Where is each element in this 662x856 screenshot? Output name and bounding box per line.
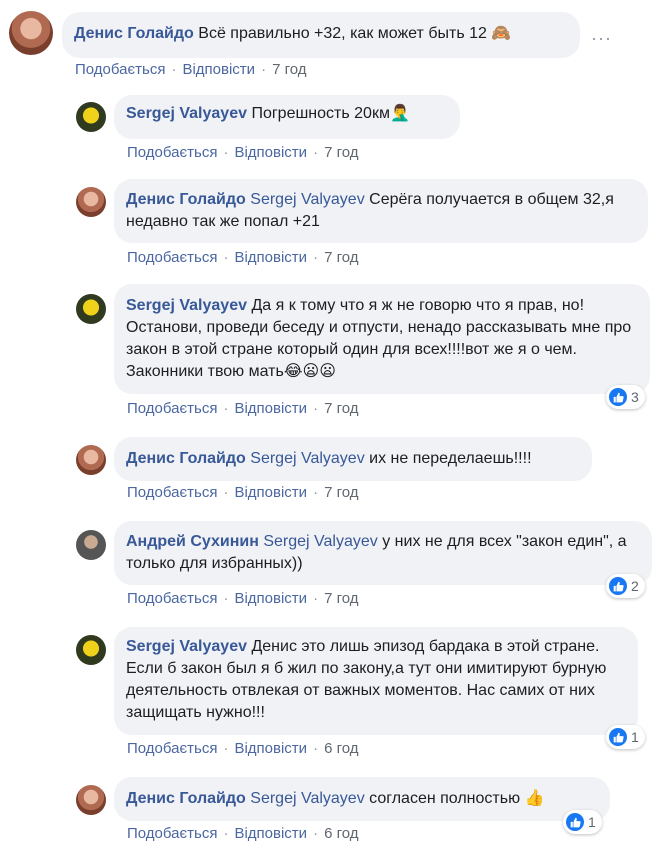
reaction-count[interactable]: 2	[606, 574, 645, 598]
reply-link[interactable]: Відповісти	[234, 144, 307, 161]
comment-actions: Подобається · Відповісти · 7 год	[127, 249, 359, 266]
comment-author[interactable]: Денис Голайдо	[126, 191, 246, 208]
avatar[interactable]	[76, 102, 106, 132]
like-link[interactable]: Подобається	[127, 740, 217, 757]
comment-actions: Подобається · Відповісти · 7 год	[75, 61, 307, 78]
like-link[interactable]: Подобається	[127, 590, 217, 607]
timestamp[interactable]: 6 год	[324, 825, 358, 842]
emoji: 👍	[524, 790, 545, 807]
comment-author[interactable]: Sergej Valyayev	[126, 638, 247, 655]
comment-bubble: Денис Голайдо Sergej Valyayev Серёга пол…	[114, 179, 648, 243]
comment-author[interactable]: Sergej Valyayev	[126, 105, 247, 122]
emoji: 🤦‍♂️	[389, 105, 410, 122]
like-link[interactable]: Подобається	[127, 484, 217, 501]
like-icon	[609, 388, 627, 406]
comment-bubble: Денис Голайдо Sergej Valyayev их не пере…	[114, 437, 592, 481]
timestamp[interactable]: 7 год	[324, 249, 358, 266]
reply-link[interactable]: Відповісти	[182, 61, 255, 78]
comment-actions: Подобається · Відповісти · 7 год	[127, 484, 359, 501]
timestamp[interactable]: 7 год	[324, 590, 358, 607]
avatar[interactable]	[9, 11, 53, 55]
more-options-icon[interactable]: ···	[591, 28, 612, 49]
mention-link[interactable]: Sergej Valyayev	[263, 533, 377, 550]
comment-author[interactable]: Денис Голайдо	[126, 790, 246, 807]
comment-actions: Подобається · Відповісти · 6 год	[127, 740, 359, 757]
mention-link[interactable]: Sergej Valyayev	[250, 191, 364, 208]
comment-author[interactable]: Денис Голайдо	[74, 25, 194, 42]
emoji: 🙈	[491, 25, 512, 42]
avatar[interactable]	[76, 785, 106, 815]
comment-actions: Подобається · Відповісти · 7 год	[127, 144, 359, 161]
reaction-number: 1	[631, 729, 639, 745]
reaction-count[interactable]: 1	[563, 810, 602, 834]
avatar[interactable]	[76, 530, 106, 560]
mention-link[interactable]: Sergej Valyayev	[250, 790, 364, 807]
reaction-count[interactable]: 3	[606, 385, 645, 409]
comment-text: Всё правильно +32, как может быть 12	[198, 25, 487, 42]
comment-author[interactable]: Sergej Valyayev	[126, 297, 247, 314]
avatar[interactable]	[76, 294, 106, 324]
like-icon	[609, 728, 627, 746]
timestamp[interactable]: 7 год	[272, 61, 306, 78]
like-link[interactable]: Подобається	[127, 825, 217, 842]
reply-link[interactable]: Відповісти	[234, 249, 307, 266]
comment-author[interactable]: Андрей Сухинин	[126, 533, 259, 550]
reaction-number: 3	[631, 389, 639, 405]
timestamp[interactable]: 7 год	[324, 484, 358, 501]
comment-text: их не переделаешь!!!!	[369, 450, 532, 467]
comment-actions: Подобається · Відповісти · 7 год	[127, 400, 359, 417]
reply-link[interactable]: Відповісти	[234, 590, 307, 607]
like-link[interactable]: Подобається	[75, 61, 165, 78]
avatar[interactable]	[76, 187, 106, 217]
comment-actions: Подобається · Відповісти · 7 год	[127, 590, 359, 607]
comment-bubble: Sergej Valyayev Да я к тому что я ж не г…	[114, 284, 650, 394]
timestamp[interactable]: 7 год	[324, 400, 358, 417]
comment-bubble: Sergej Valyayev Денис это лишь эпизод ба…	[114, 627, 638, 735]
comment-bubble: Андрей Сухинин Sergej Valyayev у них не …	[114, 521, 652, 585]
reaction-number: 1	[588, 814, 596, 830]
avatar[interactable]	[76, 445, 106, 475]
reply-link[interactable]: Відповісти	[234, 825, 307, 842]
comment-bubble: Денис Голайдо Всё правильно +32, как мож…	[62, 12, 580, 58]
reaction-count[interactable]: 1	[606, 725, 645, 749]
timestamp[interactable]: 7 год	[324, 144, 358, 161]
comment-actions: Подобається · Відповісти · 6 год	[127, 825, 359, 842]
like-link[interactable]: Подобається	[127, 144, 217, 161]
comment-text: Погрешность 20км	[251, 105, 390, 122]
timestamp[interactable]: 6 год	[324, 740, 358, 757]
like-icon	[566, 813, 584, 831]
mention-link[interactable]: Sergej Valyayev	[250, 450, 364, 467]
reaction-number: 2	[631, 578, 639, 594]
comment-author[interactable]: Денис Голайдо	[126, 450, 246, 467]
like-link[interactable]: Подобається	[127, 249, 217, 266]
reply-link[interactable]: Відповісти	[234, 484, 307, 501]
reply-link[interactable]: Відповісти	[234, 740, 307, 757]
comment-bubble: Sergej Valyayev Погрешность 20км🤦‍♂️	[114, 95, 460, 139]
like-icon	[609, 577, 627, 595]
comment-bubble: Денис Голайдо Sergej Valyayev согласен п…	[114, 777, 610, 821]
reply-link[interactable]: Відповісти	[234, 400, 307, 417]
like-link[interactable]: Подобається	[127, 400, 217, 417]
avatar[interactable]	[76, 635, 106, 665]
emoji: 😂😦😦	[283, 363, 336, 380]
comment-text: согласен полностью	[369, 790, 521, 807]
